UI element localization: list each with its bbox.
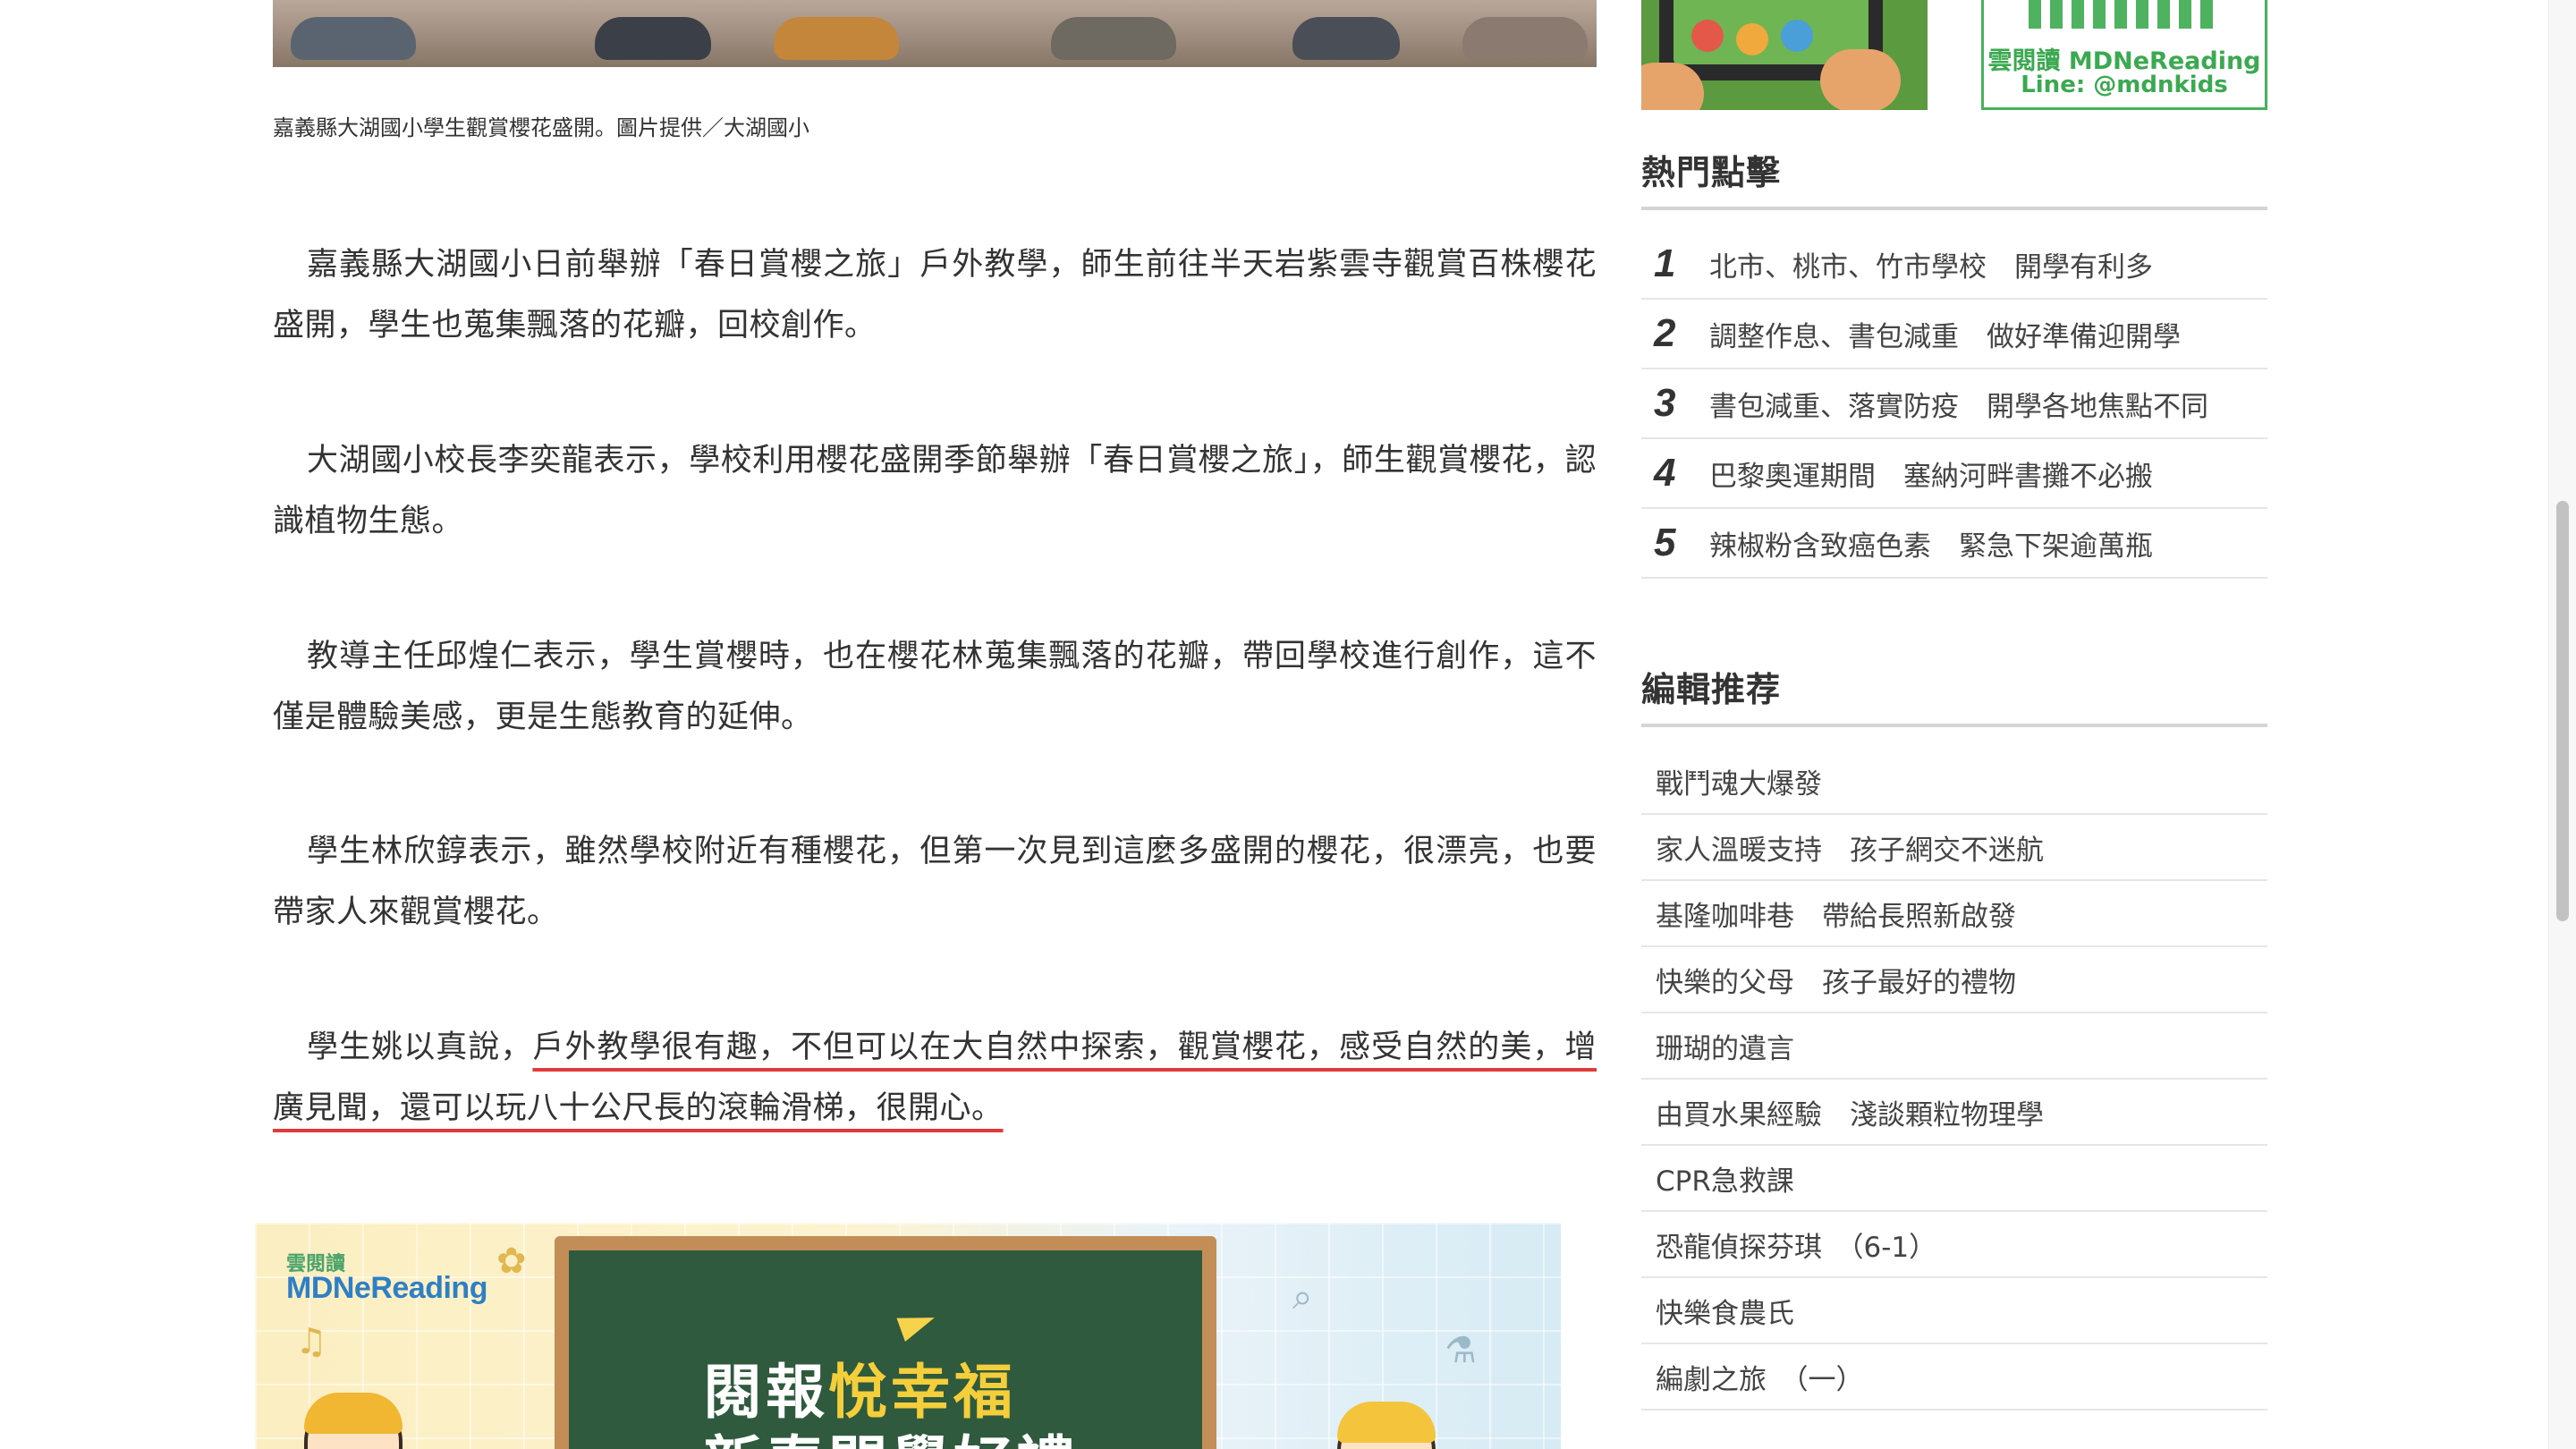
scrollbar-thumb[interactable] bbox=[2556, 501, 2569, 921]
hot-click-item[interactable]: 4 巴黎奧運期間 塞納河畔書攤不必搬 bbox=[1641, 439, 2267, 509]
hot-click-title[interactable]: 巴黎奧運期間 塞納河畔書攤不必搬 bbox=[1699, 453, 2153, 494]
qr-code-icon bbox=[2029, 0, 2216, 29]
article-paragraph: 嘉義縣大湖國小日前舉辦「春日賞櫻之旅」戶外教學，師生前往半天岩紫雲寺觀賞百株櫻花… bbox=[273, 247, 1597, 343]
hot-click-title[interactable]: 書包減重、落實防疫 開學各地焦點不同 bbox=[1699, 384, 2208, 424]
photo-detail bbox=[1462, 17, 1588, 60]
scrollbar-track[interactable] bbox=[2548, 0, 2576, 1449]
article-paragraph: 教導主任邱煌仁表示，學生賞櫻時，也在櫻花林蒐集飄落的花瓣，帶回學校進行創作，這不… bbox=[273, 639, 1597, 735]
kid-illustration-left bbox=[304, 1393, 402, 1449]
app-dot bbox=[1736, 23, 1768, 55]
kid-hair bbox=[304, 1393, 402, 1434]
page: 嘉義縣大湖國小學生觀賞櫻花盛開。圖片提供／大湖國小 嘉義縣大湖國小日前舉辦「春日… bbox=[0, 0, 2576, 1449]
magnifier-icon: ⌕ bbox=[1292, 1276, 1313, 1318]
article-paragraph: 學生林欣錞表示，雖然學校附近有種櫻花，但第一次見到這麼多盛開的櫻花，很漂亮，也要… bbox=[273, 834, 1597, 930]
photo-detail bbox=[1051, 17, 1176, 60]
article-paragraph: 大湖國小校長李奕龍表示，學校利用櫻花盛開季節舉辦「春日賞櫻之旅」，師生觀賞櫻花，… bbox=[273, 443, 1597, 539]
hot-click-item[interactable]: 3 書包減重、落實防疫 開學各地焦點不同 bbox=[1641, 369, 2267, 439]
photo-detail bbox=[291, 17, 416, 60]
hot-click-title[interactable]: 調整作息、書包減重 做好準備迎開學 bbox=[1699, 314, 2181, 354]
hot-click-title[interactable]: 辣椒粉含致癌色素 緊急下架逾萬瓶 bbox=[1699, 523, 2153, 564]
editor-pick-link[interactable]: 基隆咖啡巷 帶給長照新啟發 bbox=[1641, 881, 2267, 947]
photo-detail bbox=[1292, 17, 1400, 60]
flask-icon: ⚗ bbox=[1445, 1330, 1477, 1371]
rank-number: 2 bbox=[1654, 311, 1676, 355]
tablet-ad[interactable] bbox=[1641, 0, 1928, 110]
photo-detail bbox=[774, 17, 899, 60]
app-dot bbox=[1781, 20, 1813, 52]
rank-number: 4 bbox=[1654, 451, 1676, 495]
hot-click-item[interactable]: 2 調整作息、書包減重 做好準備迎開學 bbox=[1641, 300, 2267, 369]
banner-title-line2: 新春開學好禮 bbox=[703, 1416, 1079, 1449]
editor-pick-link[interactable]: 珊瑚的遺言 bbox=[1641, 1013, 2267, 1080]
promo-banner[interactable]: 雲閱讀 MDNeReading ♫ ✿ ⌕ ⚗ 閱報悅幸福 新春開學好禮 bbox=[255, 1223, 1561, 1449]
rank-number: 5 bbox=[1654, 521, 1676, 564]
quote-prefix: 學生姚以真說， bbox=[307, 1030, 533, 1065]
hand-illustration bbox=[1820, 49, 1901, 110]
article-photo bbox=[273, 0, 1597, 67]
line-ad-id: Line: @mdnkids bbox=[2021, 72, 2228, 98]
hot-click-item[interactable]: 1 北市、桃市、竹市學校 開學有利多 bbox=[1641, 230, 2267, 300]
editor-pick-link[interactable]: 快樂食農氏 bbox=[1641, 1278, 2267, 1344]
editor-picks-heading: 編輯推荐 bbox=[1641, 662, 2267, 727]
editor-picks-list: 戰鬥魂大爆發 家人溫暖支持 孩子網交不迷航 基隆咖啡巷 帶給長照新啟發 快樂的父… bbox=[1641, 749, 2267, 1411]
hot-clicks-heading: 熱門點擊 bbox=[1641, 145, 2267, 210]
photo-detail bbox=[595, 17, 711, 60]
hot-clicks-list: 1 北市、桃市、竹市學校 開學有利多 2 調整作息、書包減重 做好準備迎開學 3… bbox=[1641, 230, 2267, 579]
hot-click-item[interactable]: 5 辣椒粉含致癌色素 緊急下架逾萬瓶 bbox=[1641, 509, 2267, 579]
editor-pick-link[interactable]: 恐龍偵探芬琪 （6-1） bbox=[1641, 1212, 2267, 1278]
hot-click-title[interactable]: 北市、桃市、竹市學校 開學有利多 bbox=[1699, 244, 2153, 284]
kid-hair bbox=[1337, 1402, 1436, 1443]
editor-pick-link[interactable]: CPR急救課 bbox=[1641, 1146, 2267, 1212]
editor-pick-link[interactable]: 由買水果經驗 淺談顆粒物理學 bbox=[1641, 1080, 2267, 1146]
line-ad[interactable]: 雲閱讀 MDNeReading Line: @mdnkids bbox=[1981, 0, 2267, 110]
flower-icon: ✿ bbox=[496, 1241, 527, 1282]
paper-plane-icon bbox=[896, 1306, 939, 1342]
article-paragraph-quote: 學生姚以真說，戶外教學很有趣，不但可以在大自然中探索，觀賞櫻花，感受自然的美，增… bbox=[273, 1017, 1597, 1139]
banner-logo: MDNeReading bbox=[286, 1271, 487, 1305]
rank-number: 1 bbox=[1654, 242, 1676, 285]
chalkboard: 閱報悅幸福 新春開學好禮 bbox=[555, 1236, 1216, 1449]
editor-pick-link[interactable]: 戰鬥魂大爆發 bbox=[1641, 749, 2267, 815]
editor-pick-link[interactable]: 快樂的父母 孩子最好的禮物 bbox=[1641, 947, 2267, 1013]
photo-caption: 嘉義縣大湖國小學生觀賞櫻花盛開。圖片提供／大湖國小 bbox=[273, 115, 809, 140]
app-dot bbox=[1691, 20, 1724, 52]
editor-pick-link[interactable]: 編劇之旅 （一） bbox=[1641, 1344, 2267, 1411]
rank-number: 3 bbox=[1654, 381, 1676, 425]
editor-pick-link[interactable]: 家人溫暖支持 孩子網交不迷航 bbox=[1641, 815, 2267, 881]
music-note-icon: ♫ bbox=[295, 1321, 327, 1362]
kid-illustration-right bbox=[1337, 1402, 1436, 1449]
